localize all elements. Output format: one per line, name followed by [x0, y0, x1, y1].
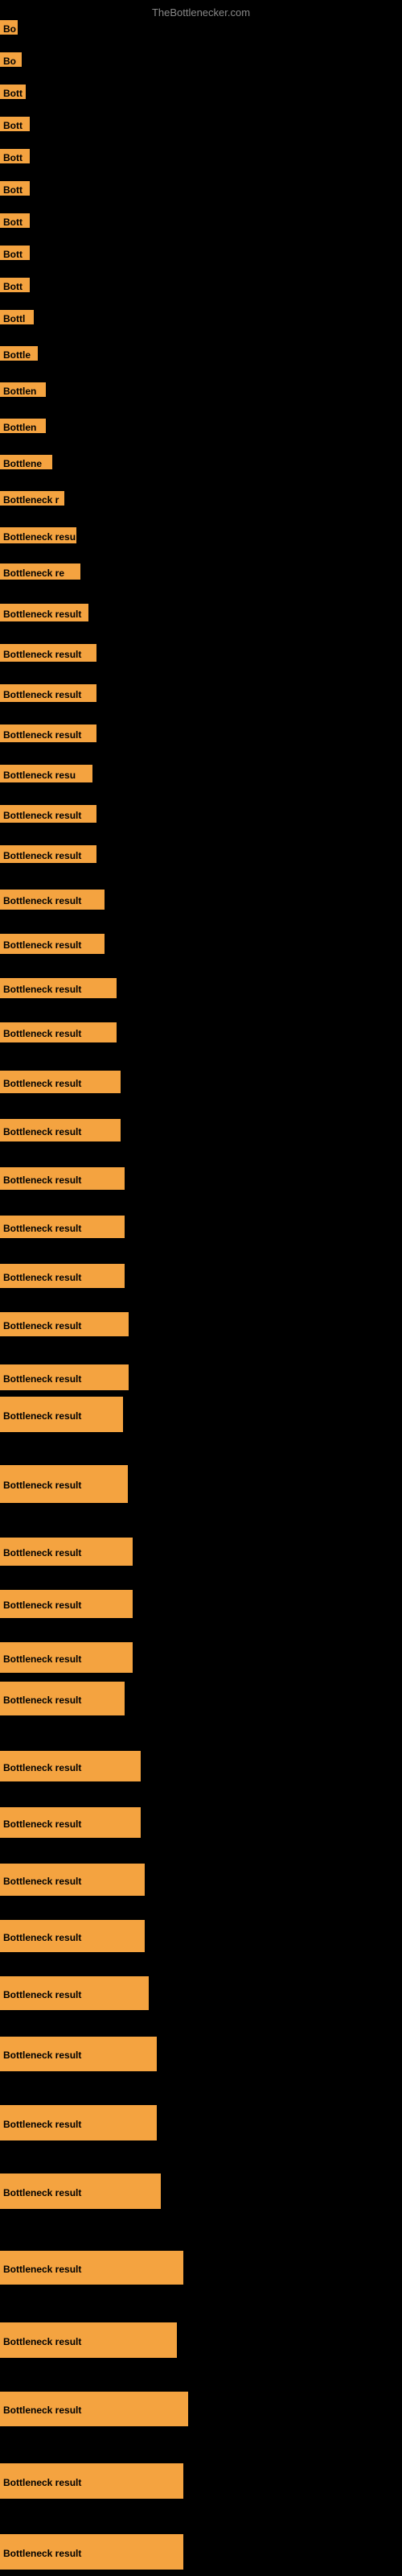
bottleneck-result-item: Bottleneck result: [0, 2463, 183, 2499]
bottleneck-result-item: Bottleneck result: [0, 1071, 121, 1093]
site-title: TheBottlenecker.com: [152, 6, 250, 19]
bottleneck-result-item: Bottleneck result: [0, 1751, 141, 1781]
bottleneck-result-item: Bott: [0, 117, 30, 131]
bottleneck-result-item: Bottl: [0, 310, 34, 324]
bottleneck-result-item: Bott: [0, 85, 26, 99]
bottleneck-result-item: Bottleneck result: [0, 1864, 145, 1896]
bottleneck-result-item: Bottleneck re: [0, 564, 80, 580]
bottleneck-result-item: Bottleneck result: [0, 1465, 128, 1503]
bottleneck-result-item: Bottlene: [0, 455, 52, 469]
bottleneck-result-item: Bottlen: [0, 382, 46, 397]
bottleneck-result-item: Bottlen: [0, 419, 46, 433]
bottleneck-result-item: Bottleneck result: [0, 890, 105, 910]
bottleneck-result-item: Bottleneck result: [0, 1682, 125, 1715]
bottleneck-result-item: Bottleneck result: [0, 1119, 121, 1141]
bottleneck-result-item: Bottleneck result: [0, 1216, 125, 1238]
bottleneck-result-item: Bottle: [0, 346, 38, 361]
bottleneck-result-item: Bottleneck result: [0, 604, 88, 621]
bottleneck-result-item: Bottleneck result: [0, 2251, 183, 2285]
bottleneck-result-item: Bottleneck result: [0, 1397, 123, 1432]
bottleneck-result-item: Bottleneck result: [0, 1538, 133, 1566]
bottleneck-result-item: Bott: [0, 213, 30, 228]
bottleneck-result-item: Bottleneck result: [0, 2105, 157, 2140]
bottleneck-result-item: Bott: [0, 246, 30, 260]
bottleneck-result-item: Bottleneck result: [0, 644, 96, 662]
bottleneck-result-item: Bottleneck result: [0, 1590, 133, 1618]
bottleneck-result-item: Bottleneck result: [0, 1264, 125, 1288]
bottleneck-result-item: Bottleneck result: [0, 2534, 183, 2570]
bottleneck-result-item: Bottleneck result: [0, 1976, 149, 2010]
bottleneck-result-item: Bottleneck result: [0, 2392, 188, 2426]
bottleneck-result-item: Bottleneck result: [0, 684, 96, 702]
bottleneck-result-item: Bo: [0, 20, 18, 35]
bottleneck-result-item: Bott: [0, 278, 30, 292]
bottleneck-result-item: Bottleneck result: [0, 845, 96, 863]
bottleneck-result-item: Bottleneck r: [0, 491, 64, 506]
bottleneck-result-item: Bottleneck result: [0, 1364, 129, 1390]
bottleneck-result-item: Bottleneck result: [0, 934, 105, 954]
bottleneck-result-item: Bottleneck result: [0, 1022, 117, 1042]
bottleneck-result-item: Bottleneck result: [0, 1642, 133, 1673]
bottleneck-result-item: Bottleneck result: [0, 1167, 125, 1190]
bottleneck-result-item: Bottleneck result: [0, 2037, 157, 2071]
bottleneck-result-item: Bottleneck result: [0, 2322, 177, 2358]
bottleneck-result-item: Bottleneck resu: [0, 765, 92, 782]
bottleneck-result-item: Bott: [0, 149, 30, 163]
bottleneck-result-item: Bottleneck result: [0, 1312, 129, 1336]
bottleneck-result-item: Bottleneck result: [0, 805, 96, 823]
bottleneck-result-item: Bott: [0, 181, 30, 196]
bottleneck-result-item: Bottleneck result: [0, 1807, 141, 1838]
bottleneck-result-item: Bottleneck result: [0, 2174, 161, 2209]
bottleneck-result-item: Bottleneck result: [0, 978, 117, 998]
bottleneck-result-item: Bottleneck result: [0, 1920, 145, 1952]
bottleneck-result-item: Bottleneck result: [0, 724, 96, 742]
bottleneck-result-item: Bottleneck resu: [0, 527, 76, 543]
bottleneck-result-item: Bo: [0, 52, 22, 67]
